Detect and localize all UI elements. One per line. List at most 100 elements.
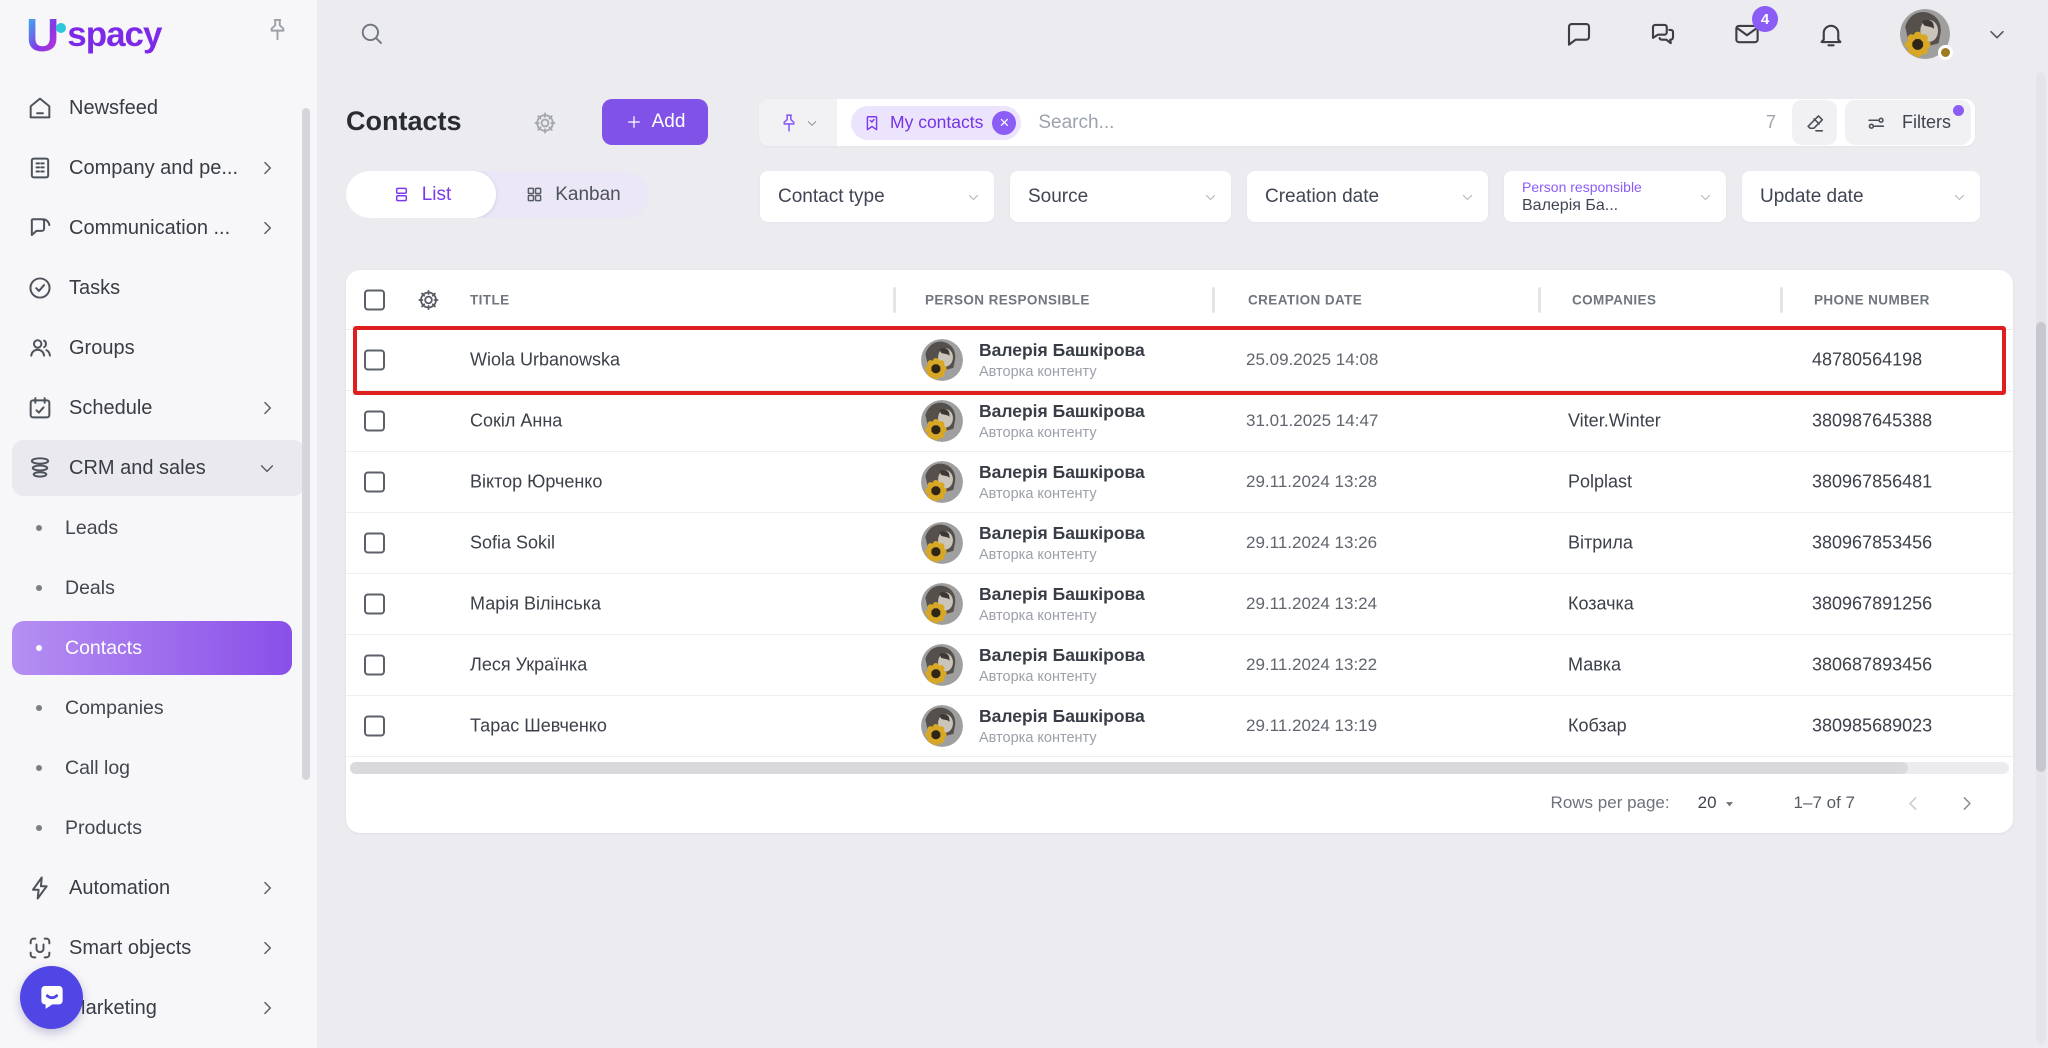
page-scrollbar-thumb[interactable] bbox=[2036, 322, 2046, 772]
responsible-name[interactable]: Валерія Башкірова bbox=[979, 706, 1145, 727]
my-contacts-chip[interactable]: My contacts × bbox=[851, 106, 1021, 140]
responsible-name[interactable]: Валерія Башкірова bbox=[979, 401, 1145, 422]
sidebar-item-deals[interactable]: Deals bbox=[0, 558, 317, 618]
chevron-right-icon bbox=[257, 878, 277, 898]
table-horizontal-scrollbar[interactable] bbox=[350, 762, 2009, 774]
view-toggle-kanban[interactable]: Kanban bbox=[496, 171, 649, 218]
company[interactable]: Вітрила bbox=[1568, 533, 1633, 554]
company[interactable]: Polplast bbox=[1568, 472, 1632, 493]
scrollbar-thumb[interactable] bbox=[350, 762, 1908, 774]
filter-update-date[interactable]: Update date bbox=[1742, 171, 1980, 222]
contact-title[interactable]: Sofia Sokil bbox=[470, 533, 555, 554]
rows-per-page-select[interactable]: 20 bbox=[1698, 793, 1738, 813]
table-row[interactable]: Wiola Urbanowska Валерія БашкіроваАвторк… bbox=[346, 330, 2013, 391]
sidebar-item-crm-and-sales[interactable]: CRM and sales bbox=[12, 440, 305, 496]
contact-title[interactable]: Тарас Шевченко bbox=[470, 716, 607, 737]
previous-page-button[interactable] bbox=[1903, 793, 1924, 814]
table-row[interactable]: Леся Українка Валерія БашкіроваАвторка к… bbox=[346, 635, 2013, 696]
company[interactable]: Мавка bbox=[1568, 655, 1621, 676]
filter-source[interactable]: Source bbox=[1010, 171, 1231, 222]
user-menu-chevron-icon[interactable] bbox=[1986, 23, 2008, 45]
chevron-down-icon bbox=[966, 189, 981, 204]
responsible-name[interactable]: Валерія Башкірова bbox=[979, 523, 1145, 544]
phone-number: 380985689023 bbox=[1812, 716, 1932, 737]
uspacy-logo[interactable]: U spacy bbox=[26, 8, 161, 62]
row-checkbox[interactable] bbox=[364, 655, 385, 676]
company[interactable]: Кобзар bbox=[1568, 716, 1627, 737]
mail-button[interactable]: 4 bbox=[1732, 19, 1762, 49]
filter-person-responsible[interactable]: Person responsibleВалерія Ба... bbox=[1504, 171, 1726, 222]
sidebar-item-company-and-pe[interactable]: Company and pe... bbox=[0, 138, 317, 198]
table-row[interactable]: Сокіл Анна Валерія БашкіроваАвторка конт… bbox=[346, 391, 2013, 452]
column-divider[interactable] bbox=[1780, 287, 1783, 313]
sidebar-item-newsfeed[interactable]: Newsfeed bbox=[0, 78, 317, 138]
filters-button[interactable]: Filters bbox=[1845, 100, 1971, 145]
row-checkbox[interactable] bbox=[364, 594, 385, 615]
row-checkbox[interactable] bbox=[364, 350, 385, 371]
chevron-down-icon bbox=[257, 458, 277, 478]
company[interactable]: Козачка bbox=[1568, 594, 1634, 615]
row-checkbox[interactable] bbox=[364, 716, 385, 737]
sidebar-item-call-log[interactable]: Call log bbox=[0, 738, 317, 798]
add-contact-button[interactable]: Add bbox=[602, 99, 708, 145]
notifications-bell-icon[interactable] bbox=[1816, 19, 1846, 49]
smart-icon bbox=[26, 934, 54, 962]
chip-remove-icon[interactable]: × bbox=[992, 111, 1016, 135]
bullet-icon bbox=[36, 705, 42, 711]
user-avatar[interactable] bbox=[1900, 9, 1950, 59]
row-checkbox[interactable] bbox=[364, 411, 385, 432]
table-row[interactable]: Віктор Юрченко Валерія БашкіроваАвторка … bbox=[346, 452, 2013, 513]
page-settings-gear-icon[interactable] bbox=[532, 110, 558, 136]
sidebar-item-communication[interactable]: Communication ... bbox=[0, 198, 317, 258]
table-row[interactable]: Тарас Шевченко Валерія БашкіроваАвторка … bbox=[346, 696, 2013, 757]
column-header-person-responsible[interactable]: PERSON RESPONSIBLE bbox=[925, 292, 1090, 307]
sidebar-item-schedule[interactable]: Schedule bbox=[0, 378, 317, 438]
column-divider[interactable] bbox=[893, 287, 896, 313]
column-divider[interactable] bbox=[1212, 287, 1215, 313]
sidebar-item-groups[interactable]: Groups bbox=[0, 318, 317, 378]
contact-title[interactable]: Wiola Urbanowska bbox=[470, 350, 620, 371]
sidebar-item-leads[interactable]: Leads bbox=[0, 498, 317, 558]
column-header-phone-number[interactable]: PHONE NUMBER bbox=[1814, 292, 1930, 307]
select-all-checkbox[interactable] bbox=[364, 289, 385, 310]
clear-search-button[interactable] bbox=[1792, 100, 1837, 145]
column-header-companies[interactable]: COMPANIES bbox=[1572, 292, 1656, 307]
column-divider[interactable] bbox=[1538, 287, 1541, 313]
global-search-icon[interactable] bbox=[358, 20, 385, 47]
responsible-name[interactable]: Валерія Башкірова bbox=[979, 645, 1145, 666]
contact-title[interactable]: Леся Українка bbox=[470, 655, 587, 676]
contact-title[interactable]: Віктор Юрченко bbox=[470, 472, 602, 493]
messenger-icon[interactable] bbox=[1648, 19, 1678, 49]
next-page-button[interactable] bbox=[1956, 793, 1977, 814]
table-row[interactable]: Sofia Sokil Валерія БашкіроваАвторка кон… bbox=[346, 513, 2013, 574]
responsible-name[interactable]: Валерія Башкірова bbox=[979, 340, 1145, 361]
sidebar-item-label: Contacts bbox=[65, 637, 142, 660]
responsible-name[interactable]: Валерія Башкірова bbox=[979, 584, 1145, 605]
filter-creation-date[interactable]: Creation date bbox=[1247, 171, 1488, 222]
sidebar-pin-icon[interactable] bbox=[264, 16, 291, 43]
sidebar-item-products[interactable]: Products bbox=[0, 798, 317, 858]
search-input[interactable]: Search... bbox=[1038, 112, 1766, 134]
filter-label: Creation date bbox=[1265, 186, 1379, 208]
row-checkbox[interactable] bbox=[364, 472, 385, 493]
contact-title[interactable]: Марія Вілінська bbox=[470, 594, 601, 615]
sidebar-item-tasks[interactable]: Tasks bbox=[0, 258, 317, 318]
column-header-title[interactable]: TITLE bbox=[470, 292, 510, 307]
sidebar-scrollbar[interactable] bbox=[302, 108, 310, 780]
filter-contact-type[interactable]: Contact type bbox=[760, 171, 994, 222]
responsible-name[interactable]: Валерія Башкірова bbox=[979, 462, 1145, 483]
sidebar-item-automation[interactable]: Automation bbox=[0, 858, 317, 918]
row-checkbox[interactable] bbox=[364, 533, 385, 554]
pinned-filter-button[interactable] bbox=[759, 99, 837, 146]
chat-launcher-button[interactable] bbox=[20, 966, 83, 1029]
company[interactable]: Viter.Winter bbox=[1568, 411, 1661, 432]
page-scrollbar[interactable] bbox=[2036, 72, 2046, 1044]
sidebar-item-companies[interactable]: Companies bbox=[0, 678, 317, 738]
table-row[interactable]: Марія Вілінська Валерія БашкіроваАвторка… bbox=[346, 574, 2013, 635]
sidebar-item-contacts[interactable]: Contacts bbox=[12, 621, 292, 675]
contact-title[interactable]: Сокіл Анна bbox=[470, 411, 562, 432]
column-header-creation-date[interactable]: CREATION DATE bbox=[1248, 292, 1362, 307]
feedback-chat-icon[interactable] bbox=[1564, 19, 1594, 49]
view-toggle-list[interactable]: List bbox=[346, 171, 496, 218]
table-settings-gear-icon[interactable] bbox=[416, 287, 441, 312]
